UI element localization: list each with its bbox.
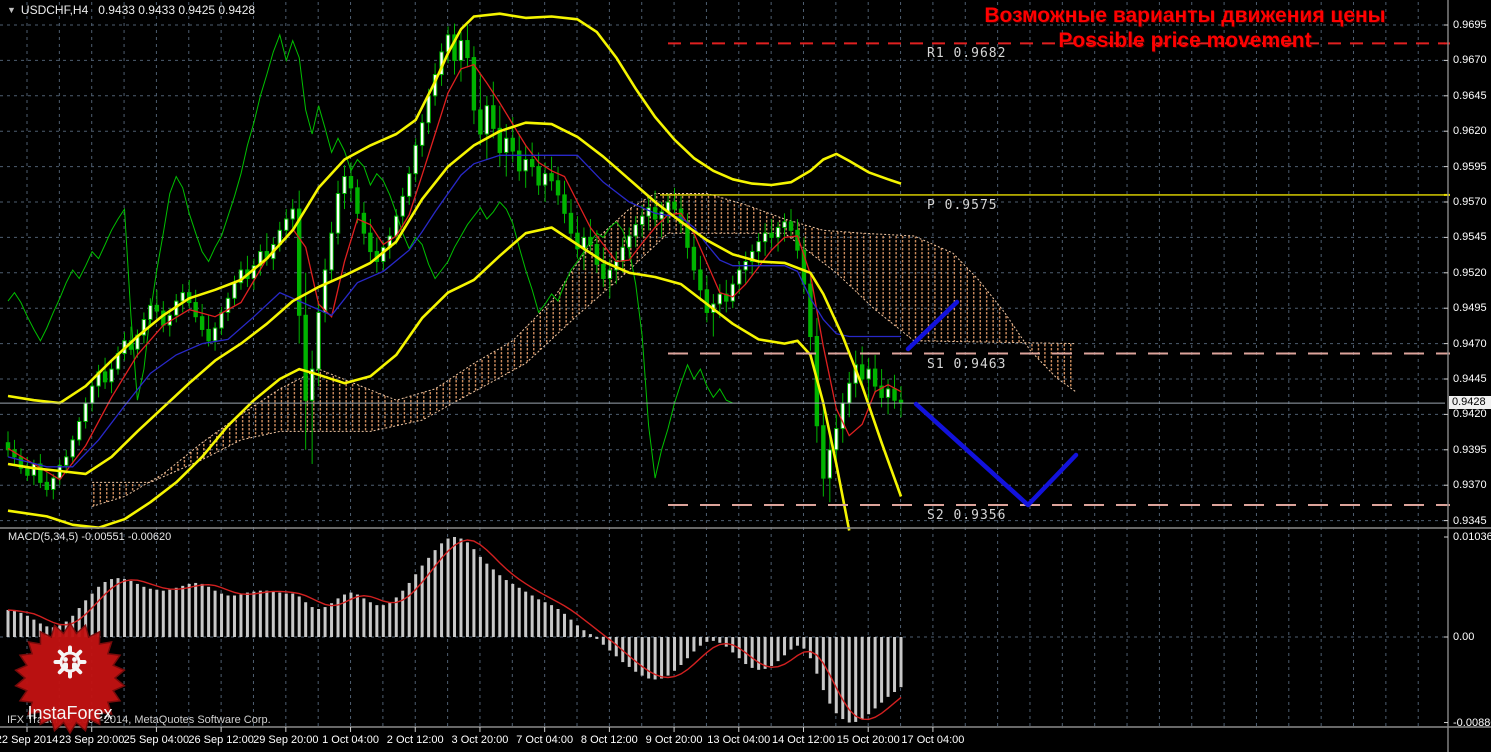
chart-surface[interactable] [0, 0, 1491, 752]
chart-window: ▼ USDCHF,H4 0.9433 0.9433 0.9425 0.9428 Во… [0, 0, 1491, 752]
instaforex-logo-text: InstaForex [27, 703, 112, 723]
instaforex-logo: InstaForex [14, 621, 126, 735]
